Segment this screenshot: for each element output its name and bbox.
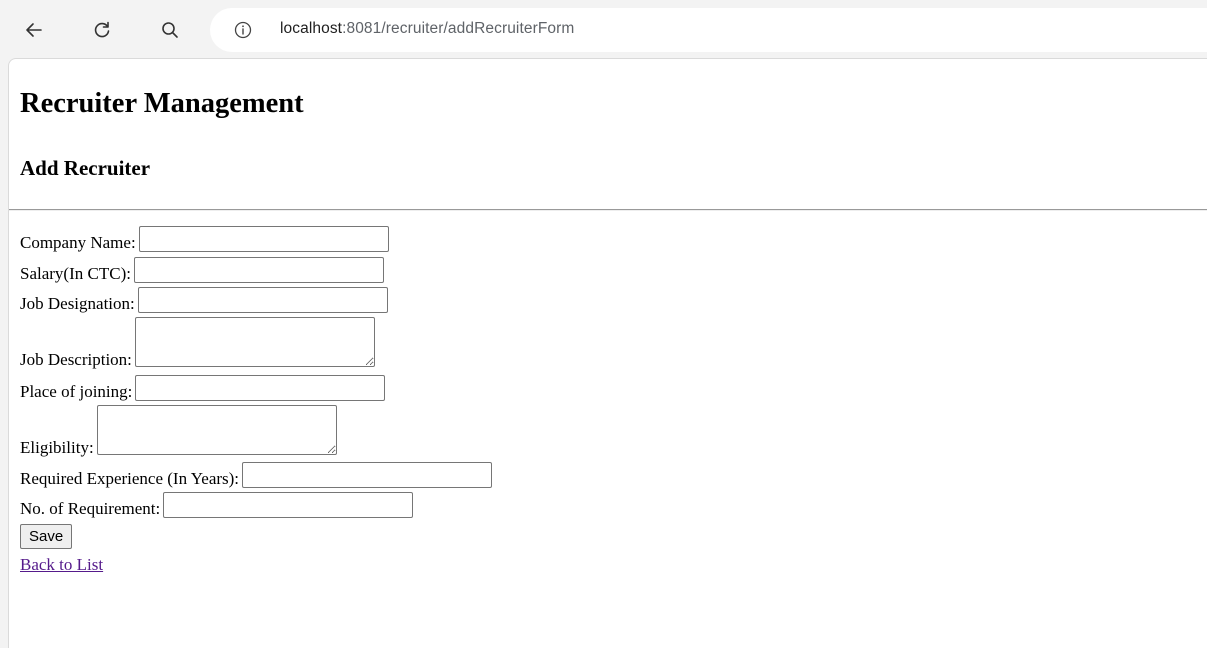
required-experience-input[interactable] — [242, 462, 493, 488]
job-designation-label: Job Designation: — [20, 294, 135, 313]
place-of-joining-row: Place of joining: — [20, 375, 386, 401]
no-of-requirement-label: No. of Requirement: — [20, 499, 161, 518]
info-icon[interactable] — [234, 21, 252, 39]
eligibility-row: Eligibility: — [20, 405, 337, 457]
company-name-label: Company Name: — [20, 233, 136, 252]
search-button[interactable] — [156, 16, 184, 44]
salary-row: Salary(In CTC): — [20, 257, 384, 283]
page-subtitle: Add Recruiter — [20, 156, 151, 180]
url-text[interactable]: localhost:8081/recruiter/addRecruiterFor… — [280, 20, 574, 38]
required-experience-row: Required Experience (In Years): — [20, 462, 493, 488]
place-of-joining-input[interactable] — [135, 375, 386, 401]
browser-toolbar: localhost:8081/recruiter/addRecruiterFor… — [0, 0, 1207, 58]
salary-label: Salary(In CTC): — [20, 264, 131, 283]
url-host: localhost — [280, 20, 343, 37]
page-title: Recruiter Management — [20, 88, 304, 119]
place-of-joining-label: Place of joining: — [20, 382, 133, 401]
salary-input[interactable] — [133, 257, 384, 283]
reload-button[interactable] — [88, 16, 116, 44]
no-of-requirement-input[interactable] — [163, 492, 414, 518]
job-designation-input[interactable] — [137, 287, 388, 313]
job-description-textarea[interactable] — [134, 317, 375, 367]
arrow-left-icon — [26, 23, 42, 37]
save-button[interactable]: Save — [20, 524, 73, 549]
page-viewport: Recruiter Management Add Recruiter Compa… — [8, 58, 1207, 648]
eligibility-label: Eligibility: — [20, 438, 94, 457]
no-of-requirement-row: No. of Requirement: — [20, 492, 414, 518]
job-designation-row: Job Designation: — [20, 287, 388, 313]
back-button[interactable] — [20, 16, 48, 44]
eligibility-textarea[interactable] — [96, 405, 337, 455]
search-icon — [162, 22, 178, 38]
company-name-input[interactable] — [138, 226, 389, 252]
divider — [9, 209, 1207, 211]
company-name-row: Company Name: — [20, 226, 389, 252]
reload-icon — [94, 21, 110, 38]
job-description-label: Job Description: — [20, 350, 132, 369]
url-path: :8081/recruiter/addRecruiterForm — [342, 20, 575, 37]
back-to-list-link[interactable]: Back to List — [20, 555, 103, 575]
required-experience-label: Required Experience (In Years): — [20, 469, 240, 488]
address-bar[interactable]: localhost:8081/recruiter/addRecruiterFor… — [210, 8, 1207, 52]
job-description-row: Job Description: — [20, 317, 375, 369]
